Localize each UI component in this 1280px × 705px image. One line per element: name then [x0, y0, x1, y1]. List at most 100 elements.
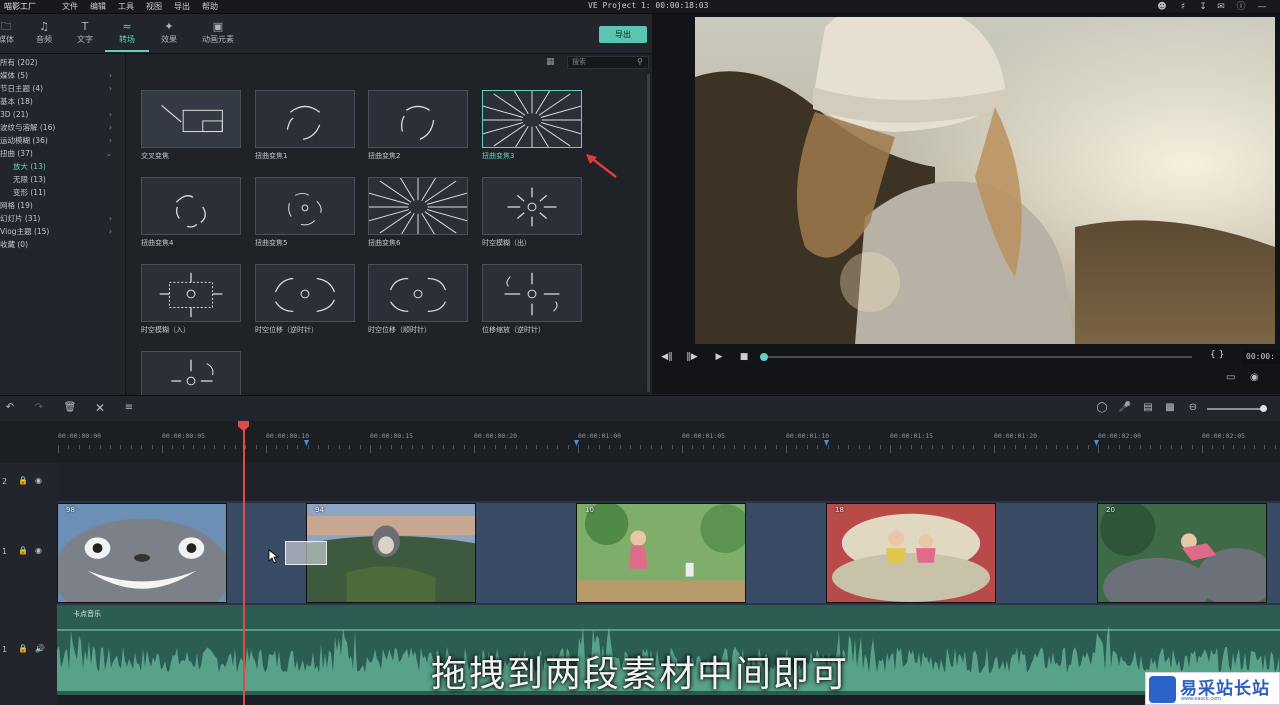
clip-gap[interactable] — [1267, 503, 1280, 603]
ruler-tick — [89, 445, 91, 449]
eye-icon[interactable]: ◉ — [35, 546, 42, 555]
video-clip[interactable]: 18 — [826, 503, 996, 603]
info-icon[interactable]: ⓘ — [1236, 2, 1246, 12]
tab-text[interactable]: T 文字 — [63, 20, 107, 52]
transition-thumbnail[interactable] — [482, 90, 582, 148]
voiceover-icon[interactable]: ▤ — [1141, 401, 1155, 415]
category-item[interactable]: 收藏 (0) — [0, 238, 118, 251]
menu-file[interactable]: 文件 — [62, 1, 78, 12]
next-frame-icon[interactable]: ‖▶ — [685, 350, 699, 364]
image-icon: ▣ — [212, 20, 224, 33]
grid-scrollbar[interactable] — [647, 74, 650, 392]
category-item[interactable]: 扭曲 (37) ⌄ — [0, 147, 118, 160]
delete-icon[interactable]: 🗑 — [63, 401, 77, 415]
clip-gap[interactable] — [746, 503, 826, 603]
grid-view-icon[interactable]: ▦ — [546, 57, 556, 67]
shield-icon[interactable]: ◯ — [1095, 401, 1109, 415]
mark-in-out[interactable]: { } — [1210, 350, 1224, 360]
clip-gap[interactable] — [476, 503, 576, 603]
video-clip[interactable]: 20 — [1097, 503, 1267, 603]
chevron-icon[interactable]: ⌄ — [106, 147, 112, 160]
transition-thumbnail[interactable] — [368, 90, 468, 148]
category-item[interactable]: 基本 (18) — [0, 95, 118, 108]
redo-icon[interactable]: ↷ — [32, 401, 46, 415]
category-item[interactable]: 运动模糊 (36) › — [0, 134, 118, 147]
transition-thumbnail[interactable] — [482, 177, 582, 235]
chevron-icon[interactable]: › — [109, 69, 112, 82]
microphone-icon[interactable]: 🎤 — [1118, 401, 1132, 415]
transition-thumbnail[interactable] — [141, 177, 241, 235]
chevron-icon[interactable]: › — [109, 212, 112, 225]
cart-icon[interactable]: ♯ — [1178, 2, 1188, 12]
stop-icon[interactable]: ■ — [737, 350, 751, 364]
video-clip[interactable]: 98 — [57, 503, 227, 603]
menu-tools[interactable]: 工具 — [118, 1, 134, 12]
fit-icon[interactable]: ▩ — [1163, 401, 1177, 415]
ruler-tick — [619, 445, 621, 449]
category-item[interactable]: 放大 (13) — [0, 160, 118, 173]
category-item[interactable]: 所有 (202) — [0, 56, 118, 69]
prev-frame-icon[interactable]: ◀‖ — [660, 350, 674, 364]
transition-thumbnail[interactable] — [255, 177, 355, 235]
category-item[interactable]: 无限 (13) — [0, 173, 118, 186]
cut-icon[interactable]: ✕ — [93, 401, 107, 415]
tab-elements[interactable]: ▣ 动画元素 — [196, 20, 240, 52]
minimize-icon[interactable]: — — [1257, 2, 1267, 12]
transition-thumbnail[interactable] — [255, 90, 355, 148]
transition-thumbnail[interactable] — [141, 90, 241, 148]
video-clip[interactable]: 94 — [306, 503, 476, 603]
category-item[interactable]: 节日主题 (4) › — [0, 82, 118, 95]
transition-thumbnail[interactable] — [368, 264, 468, 322]
category-item[interactable]: 网格 (19) — [0, 199, 118, 212]
ruler-tick — [390, 445, 392, 449]
category-item[interactable]: 3D (21) › — [0, 108, 118, 121]
timeline-ruler[interactable] — [0, 421, 1280, 463]
ruler-tick — [505, 445, 507, 449]
chevron-icon[interactable]: › — [109, 121, 112, 134]
lock-icon[interactable]: 🔒 — [18, 476, 28, 485]
lock-icon[interactable]: 🔒 — [18, 546, 28, 555]
seek-bar[interactable] — [762, 356, 1192, 358]
transition-thumbnail[interactable] — [482, 264, 582, 322]
menu-edit[interactable]: 编辑 — [90, 1, 106, 12]
export-button[interactable]: 导出 — [599, 26, 647, 43]
play-icon[interactable]: ▶ — [712, 350, 726, 364]
category-item[interactable]: 幻灯片 (31) › — [0, 212, 118, 225]
zoom-out-icon[interactable]: ⊖ — [1186, 401, 1200, 415]
menu-help[interactable]: 帮助 — [202, 1, 218, 12]
eye-icon[interactable]: ◉ — [35, 476, 42, 485]
mail-icon[interactable]: ✉ — [1216, 2, 1226, 12]
display-icon[interactable]: ▭ — [1226, 372, 1235, 383]
video-track-2[interactable] — [57, 463, 1280, 501]
chevron-icon[interactable]: › — [109, 134, 112, 147]
transition-thumbnail[interactable] — [255, 264, 355, 322]
transition-thumbnail[interactable] — [368, 177, 468, 235]
ruler-tick — [869, 445, 871, 449]
download-icon[interactable]: ↧ — [1198, 2, 1208, 12]
tab-audio[interactable]: ♫ 音频 — [22, 20, 66, 52]
video-clip[interactable]: 10 — [576, 503, 746, 603]
clip-gap[interactable] — [996, 503, 1097, 603]
chevron-icon[interactable]: › — [109, 225, 112, 238]
snapshot-icon[interactable]: ◉ — [1250, 372, 1259, 383]
tab-effects[interactable]: ✦ 效果 — [147, 20, 191, 52]
undo-icon[interactable]: ↶ — [3, 401, 17, 415]
adjust-icon[interactable]: ≡ — [122, 401, 136, 415]
chevron-icon[interactable]: › — [109, 82, 112, 95]
chevron-icon[interactable]: › — [109, 108, 112, 121]
category-item[interactable]: Vlog主题 (15) › — [0, 225, 118, 238]
tab-transitions[interactable]: ≈ 转场 — [105, 20, 149, 52]
watermark-url: www.easck.com — [1181, 696, 1222, 702]
zoom-slider[interactable] — [1207, 408, 1265, 410]
menu-view[interactable]: 视图 — [146, 1, 162, 12]
account-icon[interactable]: ☻ — [1157, 2, 1167, 12]
zoom-slider-handle[interactable] — [1260, 405, 1267, 412]
category-item[interactable]: 波纹与溶解 (16) › — [0, 121, 118, 134]
ruler-tick — [744, 445, 746, 449]
seek-handle[interactable] — [760, 353, 768, 361]
menu-export[interactable]: 导出 — [174, 1, 190, 12]
transition-thumbnail[interactable] — [141, 264, 241, 322]
ruler-tick — [130, 445, 132, 449]
category-item[interactable]: 变形 (11) — [0, 186, 118, 199]
category-item[interactable]: 媒体 (5) › — [0, 69, 118, 82]
